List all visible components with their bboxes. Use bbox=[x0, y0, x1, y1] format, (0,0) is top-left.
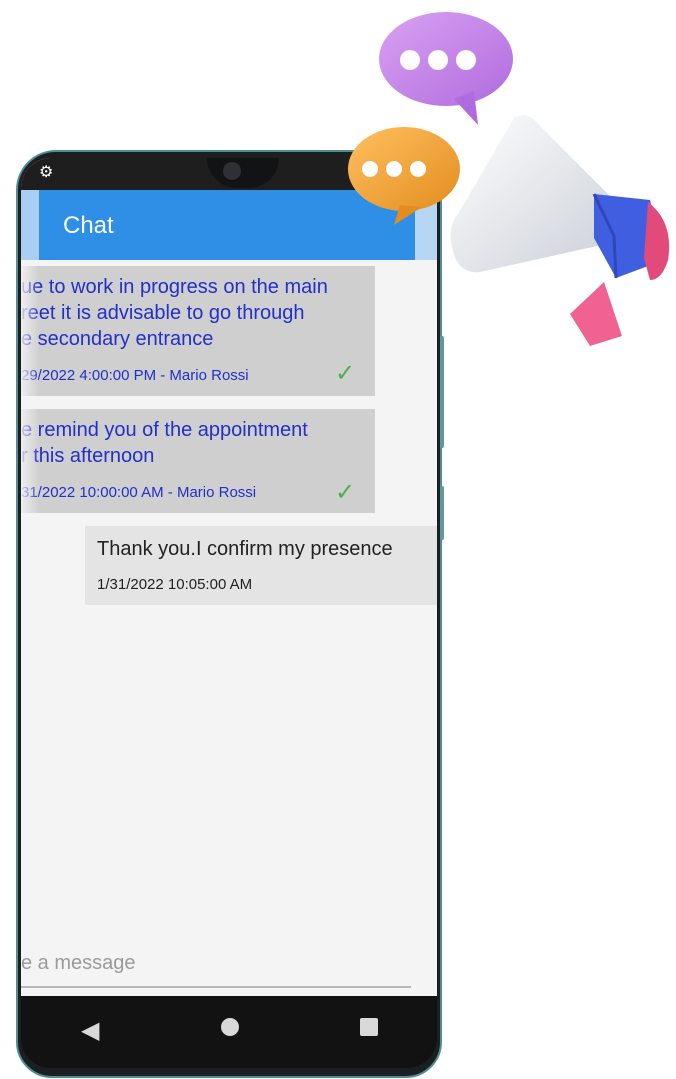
chat-message-outgoing[interactable]: Thank you.I confirm my presence 1/31/202… bbox=[85, 526, 437, 605]
navigation-bar: ◀ bbox=[21, 996, 437, 1068]
power-button bbox=[440, 486, 444, 540]
front-camera bbox=[220, 159, 244, 183]
screen-left-fade bbox=[21, 260, 39, 996]
check-icon: ✓ bbox=[335, 360, 356, 387]
message-input[interactable]: e a message bbox=[21, 950, 136, 976]
app-bar-side-shadow bbox=[21, 190, 39, 260]
message-meta: 29/2022 4:00:00 PM - Mario Rossi bbox=[21, 367, 249, 384]
message-text: ue to work in progress on the main reet … bbox=[21, 276, 328, 350]
check-icon: ✓ bbox=[335, 479, 356, 506]
back-icon[interactable]: ◀ bbox=[81, 1016, 99, 1046]
page-title: Chat bbox=[63, 212, 114, 239]
recent-apps-icon[interactable] bbox=[360, 1018, 378, 1036]
message-text: Thank you.I confirm my presence bbox=[97, 538, 393, 560]
message-meta: 1/31/2022 10:05:00 AM bbox=[97, 576, 253, 593]
gear-icon[interactable]: ⚙ bbox=[39, 162, 53, 184]
home-icon[interactable] bbox=[221, 1018, 239, 1036]
volume-button bbox=[440, 336, 444, 448]
speech-bubble-purple-icon bbox=[379, 12, 513, 125]
chat-message-incoming[interactable]: e remind you of the appointment r this a… bbox=[21, 409, 375, 513]
message-meta: 31/2022 10:00:00 AM - Mario Rossi bbox=[21, 484, 257, 501]
message-input-underline bbox=[21, 986, 411, 988]
message-text: e remind you of the appointment r this a… bbox=[21, 419, 308, 467]
phone-screen: ⚙ Chat ue to work in progress on the mai… bbox=[21, 158, 437, 996]
chat-message-incoming[interactable]: ue to work in progress on the main reet … bbox=[21, 266, 375, 396]
megaphone-icon bbox=[450, 115, 670, 346]
